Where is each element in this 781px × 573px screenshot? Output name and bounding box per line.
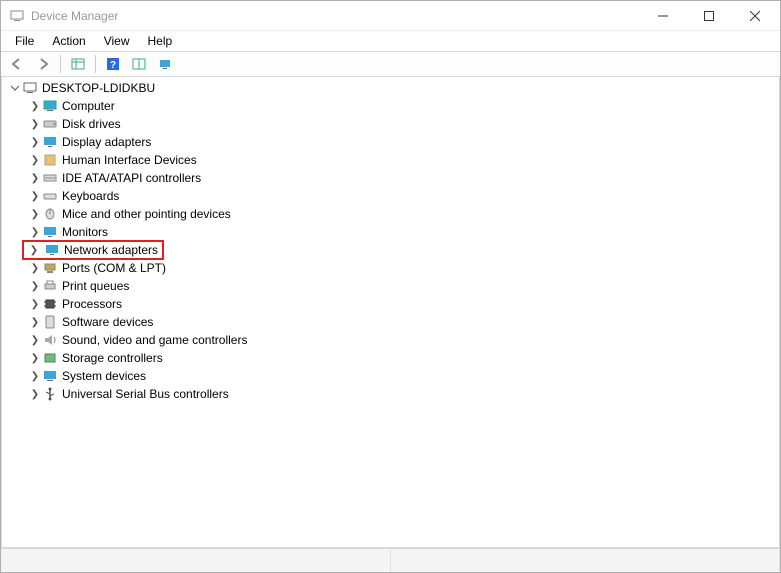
mouse-icon <box>42 206 58 222</box>
tree-item-storage-controllers[interactable]: ❯ Storage controllers <box>2 349 779 367</box>
expand-arrow-icon[interactable] <box>8 81 22 95</box>
tree-item-hid[interactable]: ❯ Human Interface Devices <box>2 151 779 169</box>
tree-item-label: Print queues <box>62 279 129 293</box>
menu-view[interactable]: View <box>96 33 138 49</box>
storage-controller-icon <box>42 350 58 366</box>
tree-item-label: Human Interface Devices <box>62 153 197 167</box>
tree-item-mice[interactable]: ❯ Mice and other pointing devices <box>2 205 779 223</box>
tree-item-label: Ports (COM & LPT) <box>62 261 166 275</box>
tree-item-label: Universal Serial Bus controllers <box>62 387 229 401</box>
tree-root[interactable]: DESKTOP-LDIDKBU <box>2 79 779 97</box>
tree-item-label: Disk drives <box>62 117 121 131</box>
toolbar-separator <box>60 55 61 73</box>
collapse-arrow-icon[interactable]: ❯ <box>28 261 42 275</box>
tree-item-label: System devices <box>62 369 146 383</box>
tree-item-label: IDE ATA/ATAPI controllers <box>62 171 201 185</box>
keyboard-icon <box>42 188 58 204</box>
menu-help[interactable]: Help <box>140 33 181 49</box>
software-device-icon <box>42 314 58 330</box>
tree-item-usb[interactable]: ❯ Universal Serial Bus controllers <box>2 385 779 403</box>
tree-item-disk-drives[interactable]: ❯ Disk drives <box>2 115 779 133</box>
devices-printers-button[interactable] <box>153 53 177 75</box>
tree-item-sound[interactable]: ❯ Sound, video and game controllers <box>2 331 779 349</box>
monitor-icon <box>42 98 58 114</box>
tree-item-label: Sound, video and game controllers <box>62 333 247 347</box>
collapse-arrow-icon[interactable]: ❯ <box>28 135 42 149</box>
collapse-arrow-icon[interactable]: ❯ <box>28 171 42 185</box>
collapse-arrow-icon[interactable]: ❯ <box>28 387 42 401</box>
tree-item-computer[interactable]: ❯ Computer <box>2 97 779 115</box>
tree-item-label: Software devices <box>62 315 153 329</box>
highlight-annotation: ❯ Network adapters <box>22 240 164 260</box>
toolbar-separator <box>95 55 96 73</box>
minimize-button[interactable] <box>640 1 686 31</box>
menubar: File Action View Help <box>1 31 780 51</box>
toolbar: ? <box>1 51 780 77</box>
usb-icon <box>42 386 58 402</box>
speaker-icon <box>42 332 58 348</box>
system-device-icon <box>42 368 58 384</box>
network-adapter-icon <box>44 242 60 258</box>
tree-item-label: Processors <box>62 297 122 311</box>
close-button[interactable] <box>732 1 778 31</box>
status-pane <box>1 549 391 572</box>
collapse-arrow-icon[interactable]: ❯ <box>28 153 42 167</box>
monitor-icon <box>42 224 58 240</box>
svg-text:?: ? <box>110 60 116 71</box>
tree-item-print-queues[interactable]: ❯ Print queues <box>2 277 779 295</box>
tree-item-display-adapters[interactable]: ❯ Display adapters <box>2 133 779 151</box>
tree-item-label: Network adapters <box>64 243 158 257</box>
collapse-arrow-icon[interactable]: ❯ <box>28 117 42 131</box>
tree-item-system-devices[interactable]: ❯ System devices <box>2 367 779 385</box>
tree-item-keyboards[interactable]: ❯ Keyboards <box>2 187 779 205</box>
tree-item-ide-ata[interactable]: ❯ IDE ATA/ATAPI controllers <box>2 169 779 187</box>
tree-item-label: Storage controllers <box>62 351 163 365</box>
tree-item-processors[interactable]: ❯ Processors <box>2 295 779 313</box>
menu-action[interactable]: Action <box>44 33 93 49</box>
back-button[interactable] <box>5 53 29 75</box>
tree-item-label: Computer <box>62 99 115 113</box>
scan-hardware-button[interactable] <box>127 53 151 75</box>
collapse-arrow-icon[interactable]: ❯ <box>28 369 42 383</box>
tree-item-label: Monitors <box>62 225 108 239</box>
status-pane <box>391 549 781 572</box>
collapse-arrow-icon[interactable]: ❯ <box>28 207 42 221</box>
display-adapter-icon <box>42 134 58 150</box>
titlebar: Device Manager <box>1 1 780 31</box>
hid-icon <box>42 152 58 168</box>
tree-item-ports[interactable]: ❯ Ports (COM & LPT) <box>2 259 779 277</box>
tree-item-monitors[interactable]: ❯ Monitors <box>2 223 779 241</box>
collapse-arrow-icon[interactable]: ❯ <box>28 351 42 365</box>
device-tree[interactable]: DESKTOP-LDIDKBU ❯ Computer ❯ Disk drives… <box>1 77 780 548</box>
ide-icon <box>42 170 58 186</box>
tree-item-network-adapters[interactable]: ❯ Network adapters <box>2 241 779 259</box>
collapse-arrow-icon[interactable]: ❯ <box>28 279 42 293</box>
tree-item-label: Display adapters <box>62 135 151 149</box>
collapse-arrow-icon[interactable]: ❯ <box>28 333 42 347</box>
disk-icon <box>42 116 58 132</box>
statusbar <box>1 548 780 572</box>
printer-icon <box>42 278 58 294</box>
menu-file[interactable]: File <box>7 33 42 49</box>
tree-root-label: DESKTOP-LDIDKBU <box>42 81 155 95</box>
collapse-arrow-icon[interactable]: ❯ <box>28 225 42 239</box>
forward-button[interactable] <box>31 53 55 75</box>
cpu-icon <box>42 296 58 312</box>
collapse-arrow-icon[interactable]: ❯ <box>28 315 42 329</box>
collapse-arrow-icon[interactable]: ❯ <box>28 99 42 113</box>
tree-item-software-devices[interactable]: ❯ Software devices <box>2 313 779 331</box>
ports-icon <box>42 260 58 276</box>
collapse-arrow-icon[interactable]: ❯ <box>28 297 42 311</box>
collapse-arrow-icon[interactable]: ❯ <box>28 189 42 203</box>
computer-root-icon <box>22 80 38 96</box>
collapse-arrow-icon[interactable]: ❯ <box>24 243 44 257</box>
window-title: Device Manager <box>31 9 118 23</box>
show-hide-tree-button[interactable] <box>66 53 90 75</box>
maximize-button[interactable] <box>686 1 732 31</box>
help-button[interactable]: ? <box>101 53 125 75</box>
app-icon <box>9 8 25 24</box>
tree-item-label: Keyboards <box>62 189 119 203</box>
tree-item-label: Mice and other pointing devices <box>62 207 231 221</box>
